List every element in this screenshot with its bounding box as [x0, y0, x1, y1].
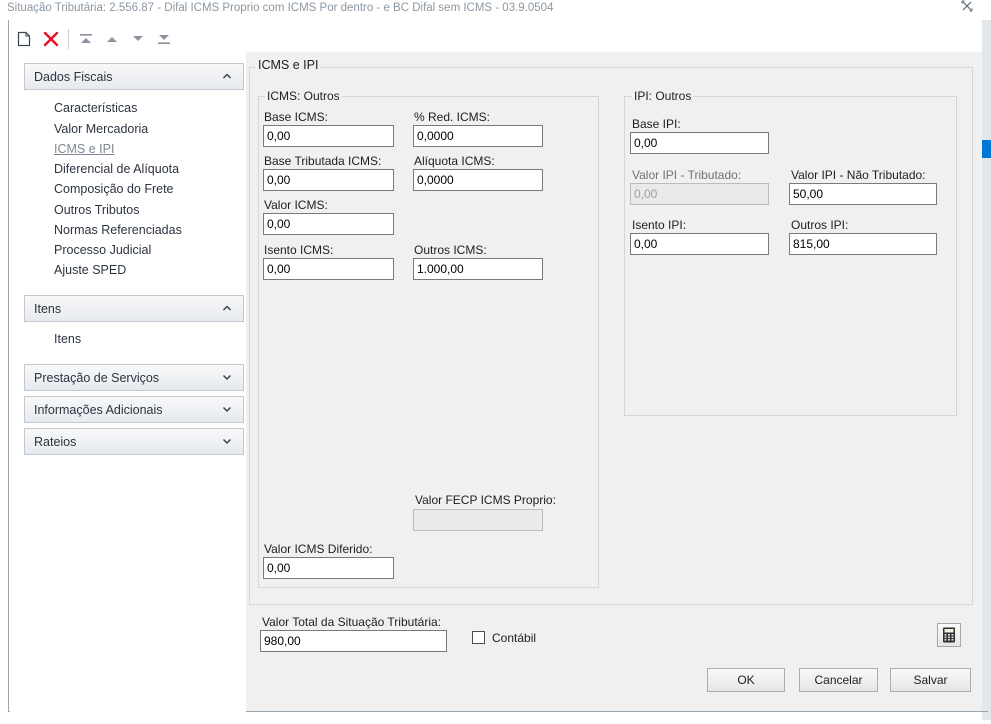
ok-button[interactable]: OK [707, 668, 785, 692]
contabil-label: Contábil [492, 631, 537, 645]
ipi-group-title: IPI: Outros [632, 89, 694, 103]
move-up-button[interactable] [102, 30, 122, 48]
outros-icms-input[interactable] [413, 258, 543, 280]
outros-icms-label: Outros ICMS: [414, 243, 487, 257]
icms-ipi-group-title: ICMS e IPI [256, 58, 321, 72]
base-ipi-label: Base IPI: [632, 117, 681, 131]
base-ipi-input[interactable] [630, 132, 769, 154]
aliquota-icms-input[interactable] [413, 169, 543, 191]
fecp-icms-input [413, 509, 543, 531]
chevron-down-icon [222, 374, 232, 381]
isento-ipi-input[interactable] [630, 233, 769, 255]
contabil-checkbox[interactable] [472, 631, 485, 644]
section-dados-fiscais[interactable]: Dados Fiscais [24, 63, 244, 90]
section-label: Rateios [34, 434, 77, 449]
isento-ipi-label: Isento IPI: [632, 218, 687, 232]
section-label: Itens [34, 301, 62, 316]
chevron-up-icon [222, 73, 232, 79]
calculator-button[interactable] [937, 623, 961, 647]
move-last-button[interactable] [154, 30, 174, 48]
base-icms-label: Base ICMS: [264, 110, 329, 124]
chevron-down-icon [222, 438, 232, 445]
base-tributada-icms-label: Base Tributada ICMS: [264, 154, 382, 168]
ipi-tributado-input [630, 183, 769, 205]
icms-diferido-label: Valor ICMS Diferido: [264, 542, 373, 556]
new-document-icon [17, 31, 31, 47]
section-informacoes-adicionais[interactable]: Informações Adicionais [24, 396, 244, 423]
nav-item-outros-tributos[interactable]: Outros Tributos [54, 203, 139, 217]
ipi-nao-tributado-input[interactable] [789, 183, 937, 205]
ipi-tributado-label: Valor IPI - Tributado: [632, 168, 742, 182]
move-down-button[interactable] [128, 30, 148, 48]
isento-icms-input[interactable] [263, 258, 394, 280]
save-button[interactable]: Salvar [890, 668, 971, 692]
nav-item-diferencial-aliquota[interactable]: Diferencial de Alíquota [54, 162, 179, 176]
valor-icms-input[interactable] [263, 213, 394, 235]
section-label: Prestação de Serviços [34, 370, 160, 385]
outros-ipi-input[interactable] [789, 233, 937, 255]
background-window-selection [982, 140, 991, 158]
valor-icms-label: Valor ICMS: [264, 198, 328, 212]
section-rateios[interactable]: Rateios [24, 428, 244, 455]
section-label: Dados Fiscais [34, 69, 113, 84]
ipi-nao-tributado-label: Valor IPI - Não Tributado: [791, 168, 926, 182]
section-itens[interactable]: Itens [24, 295, 244, 322]
toolbar-separator [68, 29, 69, 49]
base-icms-input[interactable] [263, 125, 394, 147]
move-down-icon [133, 36, 143, 41]
icms-group-title: ICMS: Outros [265, 89, 342, 103]
new-button[interactable] [14, 30, 34, 48]
window-border [8, 20, 9, 712]
nav-item-normas-referenciadas[interactable]: Normas Referenciadas [54, 223, 182, 237]
section-prestacao-servicos[interactable]: Prestação de Serviços [24, 364, 244, 391]
icms-diferido-input[interactable] [263, 557, 394, 579]
window-title: Situação Tributária: 2.556.87 - Difal IC… [7, 2, 554, 14]
outros-ipi-label: Outros IPI: [791, 218, 849, 232]
nav-item-composicao-frete[interactable]: Composição do Frete [54, 182, 174, 196]
nav-item-processo-judicial[interactable]: Processo Judicial [54, 243, 151, 257]
nav-item-itens[interactable]: Itens [54, 332, 81, 346]
delete-button[interactable] [40, 30, 62, 48]
aliquota-icms-label: Alíquota ICMS: [414, 154, 495, 168]
fecp-icms-label: Valor FECP ICMS Proprio: [415, 493, 556, 507]
isento-icms-label: Isento ICMS: [264, 243, 334, 257]
red-icms-label: % Red. ICMS: [414, 110, 491, 124]
cancel-button[interactable]: Cancelar [799, 668, 878, 692]
close-icon [961, 0, 973, 12]
move-first-icon [80, 34, 92, 43]
nav-item-valor-mercadoria[interactable]: Valor Mercadoria [54, 122, 148, 136]
move-last-icon [158, 35, 170, 44]
nav-item-icms-ipi[interactable]: ICMS e IPI [54, 142, 114, 156]
base-tributada-icms-input[interactable] [263, 169, 394, 191]
close-button[interactable] [955, 0, 979, 16]
move-up-icon [107, 37, 117, 42]
chevron-down-icon [222, 406, 232, 413]
nav-item-caracteristicas[interactable]: Características [54, 101, 137, 115]
section-label: Informações Adicionais [34, 402, 163, 417]
calculator-icon [943, 627, 955, 643]
total-situacao-input[interactable] [260, 630, 447, 652]
red-icms-input[interactable] [413, 125, 543, 147]
delete-icon [43, 31, 59, 47]
chevron-up-icon [222, 305, 232, 311]
nav-item-ajuste-sped[interactable]: Ajuste SPED [54, 263, 126, 277]
total-situacao-label: Valor Total da Situação Tributária: [262, 615, 441, 629]
move-first-button[interactable] [76, 30, 96, 48]
background-window-edge [982, 20, 991, 720]
